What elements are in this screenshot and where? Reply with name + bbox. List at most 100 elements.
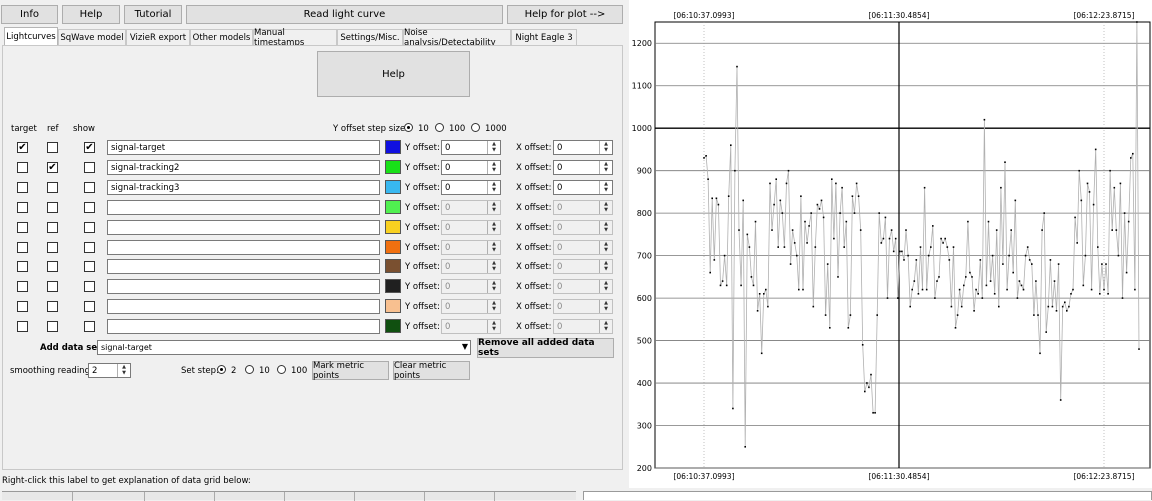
- spinner-arrows-icon[interactable]: ▲ ▼: [117, 364, 130, 377]
- spinner-arrows-icon[interactable]: ▲ ▼: [487, 241, 500, 254]
- dataset-name-field[interactable]: signal-tracking2: [107, 160, 380, 175]
- dataset-color-swatch[interactable]: [385, 200, 401, 214]
- y-offset-stepper[interactable]: 0 ▲ ▼: [441, 200, 501, 215]
- dataset-name-field[interactable]: [107, 299, 380, 314]
- y-offset-stepper[interactable]: 0 ▲ ▼: [441, 299, 501, 314]
- show-checkbox[interactable]: ✔: [84, 142, 95, 153]
- dataset-name-field[interactable]: signal-tracking3: [107, 180, 380, 195]
- x-offset-stepper[interactable]: 0 ▲ ▼: [553, 240, 613, 255]
- spinner-arrows-icon[interactable]: ▲ ▼: [599, 141, 612, 154]
- y-offset-stepper[interactable]: 0 ▲ ▼: [441, 279, 501, 294]
- dataset-color-swatch[interactable]: [385, 279, 401, 293]
- ref-checkbox[interactable]: [47, 242, 58, 253]
- target-checkbox[interactable]: [17, 202, 28, 213]
- read-light-curve-button[interactable]: Read light curve: [186, 5, 503, 24]
- x-offset-stepper[interactable]: 0 ▲ ▼: [553, 180, 613, 195]
- y-step-radio-100[interactable]: [435, 123, 444, 132]
- light-curve-plot[interactable]: 1200 1100 1000 900 800 700 600 500 400 300 200 [06:…: [629, 0, 1152, 488]
- show-checkbox[interactable]: [84, 301, 95, 312]
- x-offset-stepper[interactable]: 0 ▲ ▼: [553, 259, 613, 274]
- clear-metric-points-button[interactable]: Clear metric points: [393, 361, 470, 381]
- panel-help-button[interactable]: Help: [317, 51, 470, 97]
- tab-settings-misc[interactable]: Settings/Misc.: [337, 29, 403, 45]
- y-offset-stepper[interactable]: 0 ▲ ▼: [441, 319, 501, 334]
- data-grid-explanation-label[interactable]: Right-click this label to get explanatio…: [2, 476, 251, 486]
- remove-all-button[interactable]: Remove all added data sets: [477, 338, 614, 358]
- y-step-radio-1000[interactable]: [471, 123, 480, 132]
- chevron-down-icon[interactable]: ▼: [462, 342, 468, 351]
- info-button[interactable]: Info: [1, 5, 58, 24]
- tab-noise-analysis[interactable]: Noise analysis/Detectability: [403, 28, 511, 48]
- ref-checkbox[interactable]: ✔: [47, 162, 58, 173]
- spinner-arrows-icon[interactable]: ▲ ▼: [487, 221, 500, 234]
- mark-metric-points-button[interactable]: Mark metric points: [312, 361, 389, 381]
- show-checkbox[interactable]: [84, 222, 95, 233]
- ref-checkbox[interactable]: [47, 301, 58, 312]
- spinner-arrows-icon[interactable]: ▲ ▼: [487, 300, 500, 313]
- spinner-arrows-icon[interactable]: ▲ ▼: [599, 300, 612, 313]
- dataset-name-field[interactable]: [107, 240, 380, 255]
- set-step-radio-2[interactable]: [217, 365, 226, 374]
- target-checkbox[interactable]: [17, 242, 28, 253]
- x-offset-stepper[interactable]: 0 ▲ ▼: [553, 299, 613, 314]
- y-offset-stepper[interactable]: 0 ▲ ▼: [441, 140, 501, 155]
- dataset-name-field[interactable]: signal-target: [107, 140, 380, 155]
- set-step-radio-100[interactable]: [277, 365, 286, 374]
- spinner-arrows-icon[interactable]: ▲ ▼: [487, 141, 500, 154]
- dataset-name-field[interactable]: [107, 279, 380, 294]
- set-step-radio-10[interactable]: [245, 365, 254, 374]
- tab-lightcurves[interactable]: Lightcurves: [4, 27, 58, 45]
- dataset-color-swatch[interactable]: [385, 299, 401, 313]
- target-checkbox[interactable]: [17, 182, 28, 193]
- spinner-arrows-icon[interactable]: ▲ ▼: [599, 241, 612, 254]
- target-checkbox[interactable]: [17, 321, 28, 332]
- spinner-arrows-icon[interactable]: ▲ ▼: [599, 320, 612, 333]
- x-offset-stepper[interactable]: 0 ▲ ▼: [553, 140, 613, 155]
- tab-other-models[interactable]: Other models: [190, 29, 253, 45]
- x-offset-stepper[interactable]: 0 ▲ ▼: [553, 220, 613, 235]
- target-checkbox[interactable]: [17, 162, 28, 173]
- spinner-arrows-icon[interactable]: ▲ ▼: [599, 280, 612, 293]
- dataset-color-swatch[interactable]: [385, 240, 401, 254]
- x-offset-stepper[interactable]: 0 ▲ ▼: [553, 200, 613, 215]
- ref-checkbox[interactable]: [47, 142, 58, 153]
- ref-checkbox[interactable]: [47, 261, 58, 272]
- show-checkbox[interactable]: [84, 202, 95, 213]
- tab-night-eagle-3[interactable]: Night Eagle 3: [511, 29, 577, 45]
- show-checkbox[interactable]: [84, 321, 95, 332]
- dataset-color-swatch[interactable]: [385, 180, 401, 194]
- y-offset-stepper[interactable]: 0 ▲ ▼: [441, 160, 501, 175]
- dataset-color-swatch[interactable]: [385, 140, 401, 154]
- spinner-arrows-icon[interactable]: ▲ ▼: [487, 280, 500, 293]
- spinner-arrows-icon[interactable]: ▲ ▼: [599, 201, 612, 214]
- spinner-arrows-icon[interactable]: ▲ ▼: [599, 161, 612, 174]
- dataset-color-swatch[interactable]: [385, 319, 401, 333]
- tab-sqwave-model[interactable]: SqWave model: [58, 29, 126, 45]
- y-offset-stepper[interactable]: 0 ▲ ▼: [441, 220, 501, 235]
- add-data-set-select[interactable]: signal-target ▼: [97, 340, 471, 355]
- dataset-color-swatch[interactable]: [385, 220, 401, 234]
- help-for-plot-button[interactable]: Help for plot -->: [507, 5, 623, 24]
- tutorial-button[interactable]: Tutorial: [124, 5, 182, 24]
- show-checkbox[interactable]: [84, 162, 95, 173]
- help-button[interactable]: Help: [62, 5, 120, 24]
- ref-checkbox[interactable]: [47, 281, 58, 292]
- smoothing-stepper[interactable]: 2 ▲ ▼: [88, 363, 131, 378]
- target-checkbox[interactable]: [17, 261, 28, 272]
- show-checkbox[interactable]: [84, 182, 95, 193]
- dataset-color-swatch[interactable]: [385, 259, 401, 273]
- target-checkbox[interactable]: [17, 301, 28, 312]
- target-checkbox[interactable]: ✔: [17, 142, 28, 153]
- tab-manual-timestamps[interactable]: Manual timestamps: [253, 28, 337, 48]
- spinner-arrows-icon[interactable]: ▲ ▼: [599, 221, 612, 234]
- y-offset-stepper[interactable]: 0 ▲ ▼: [441, 180, 501, 195]
- spinner-arrows-icon[interactable]: ▲ ▼: [599, 181, 612, 194]
- ref-checkbox[interactable]: [47, 182, 58, 193]
- show-checkbox[interactable]: [84, 242, 95, 253]
- x-offset-stepper[interactable]: 0 ▲ ▼: [553, 279, 613, 294]
- spinner-arrows-icon[interactable]: ▲ ▼: [487, 320, 500, 333]
- spinner-arrows-icon[interactable]: ▲ ▼: [487, 161, 500, 174]
- x-offset-stepper[interactable]: 0 ▲ ▼: [553, 319, 613, 334]
- y-offset-stepper[interactable]: 0 ▲ ▼: [441, 240, 501, 255]
- dataset-color-swatch[interactable]: [385, 160, 401, 174]
